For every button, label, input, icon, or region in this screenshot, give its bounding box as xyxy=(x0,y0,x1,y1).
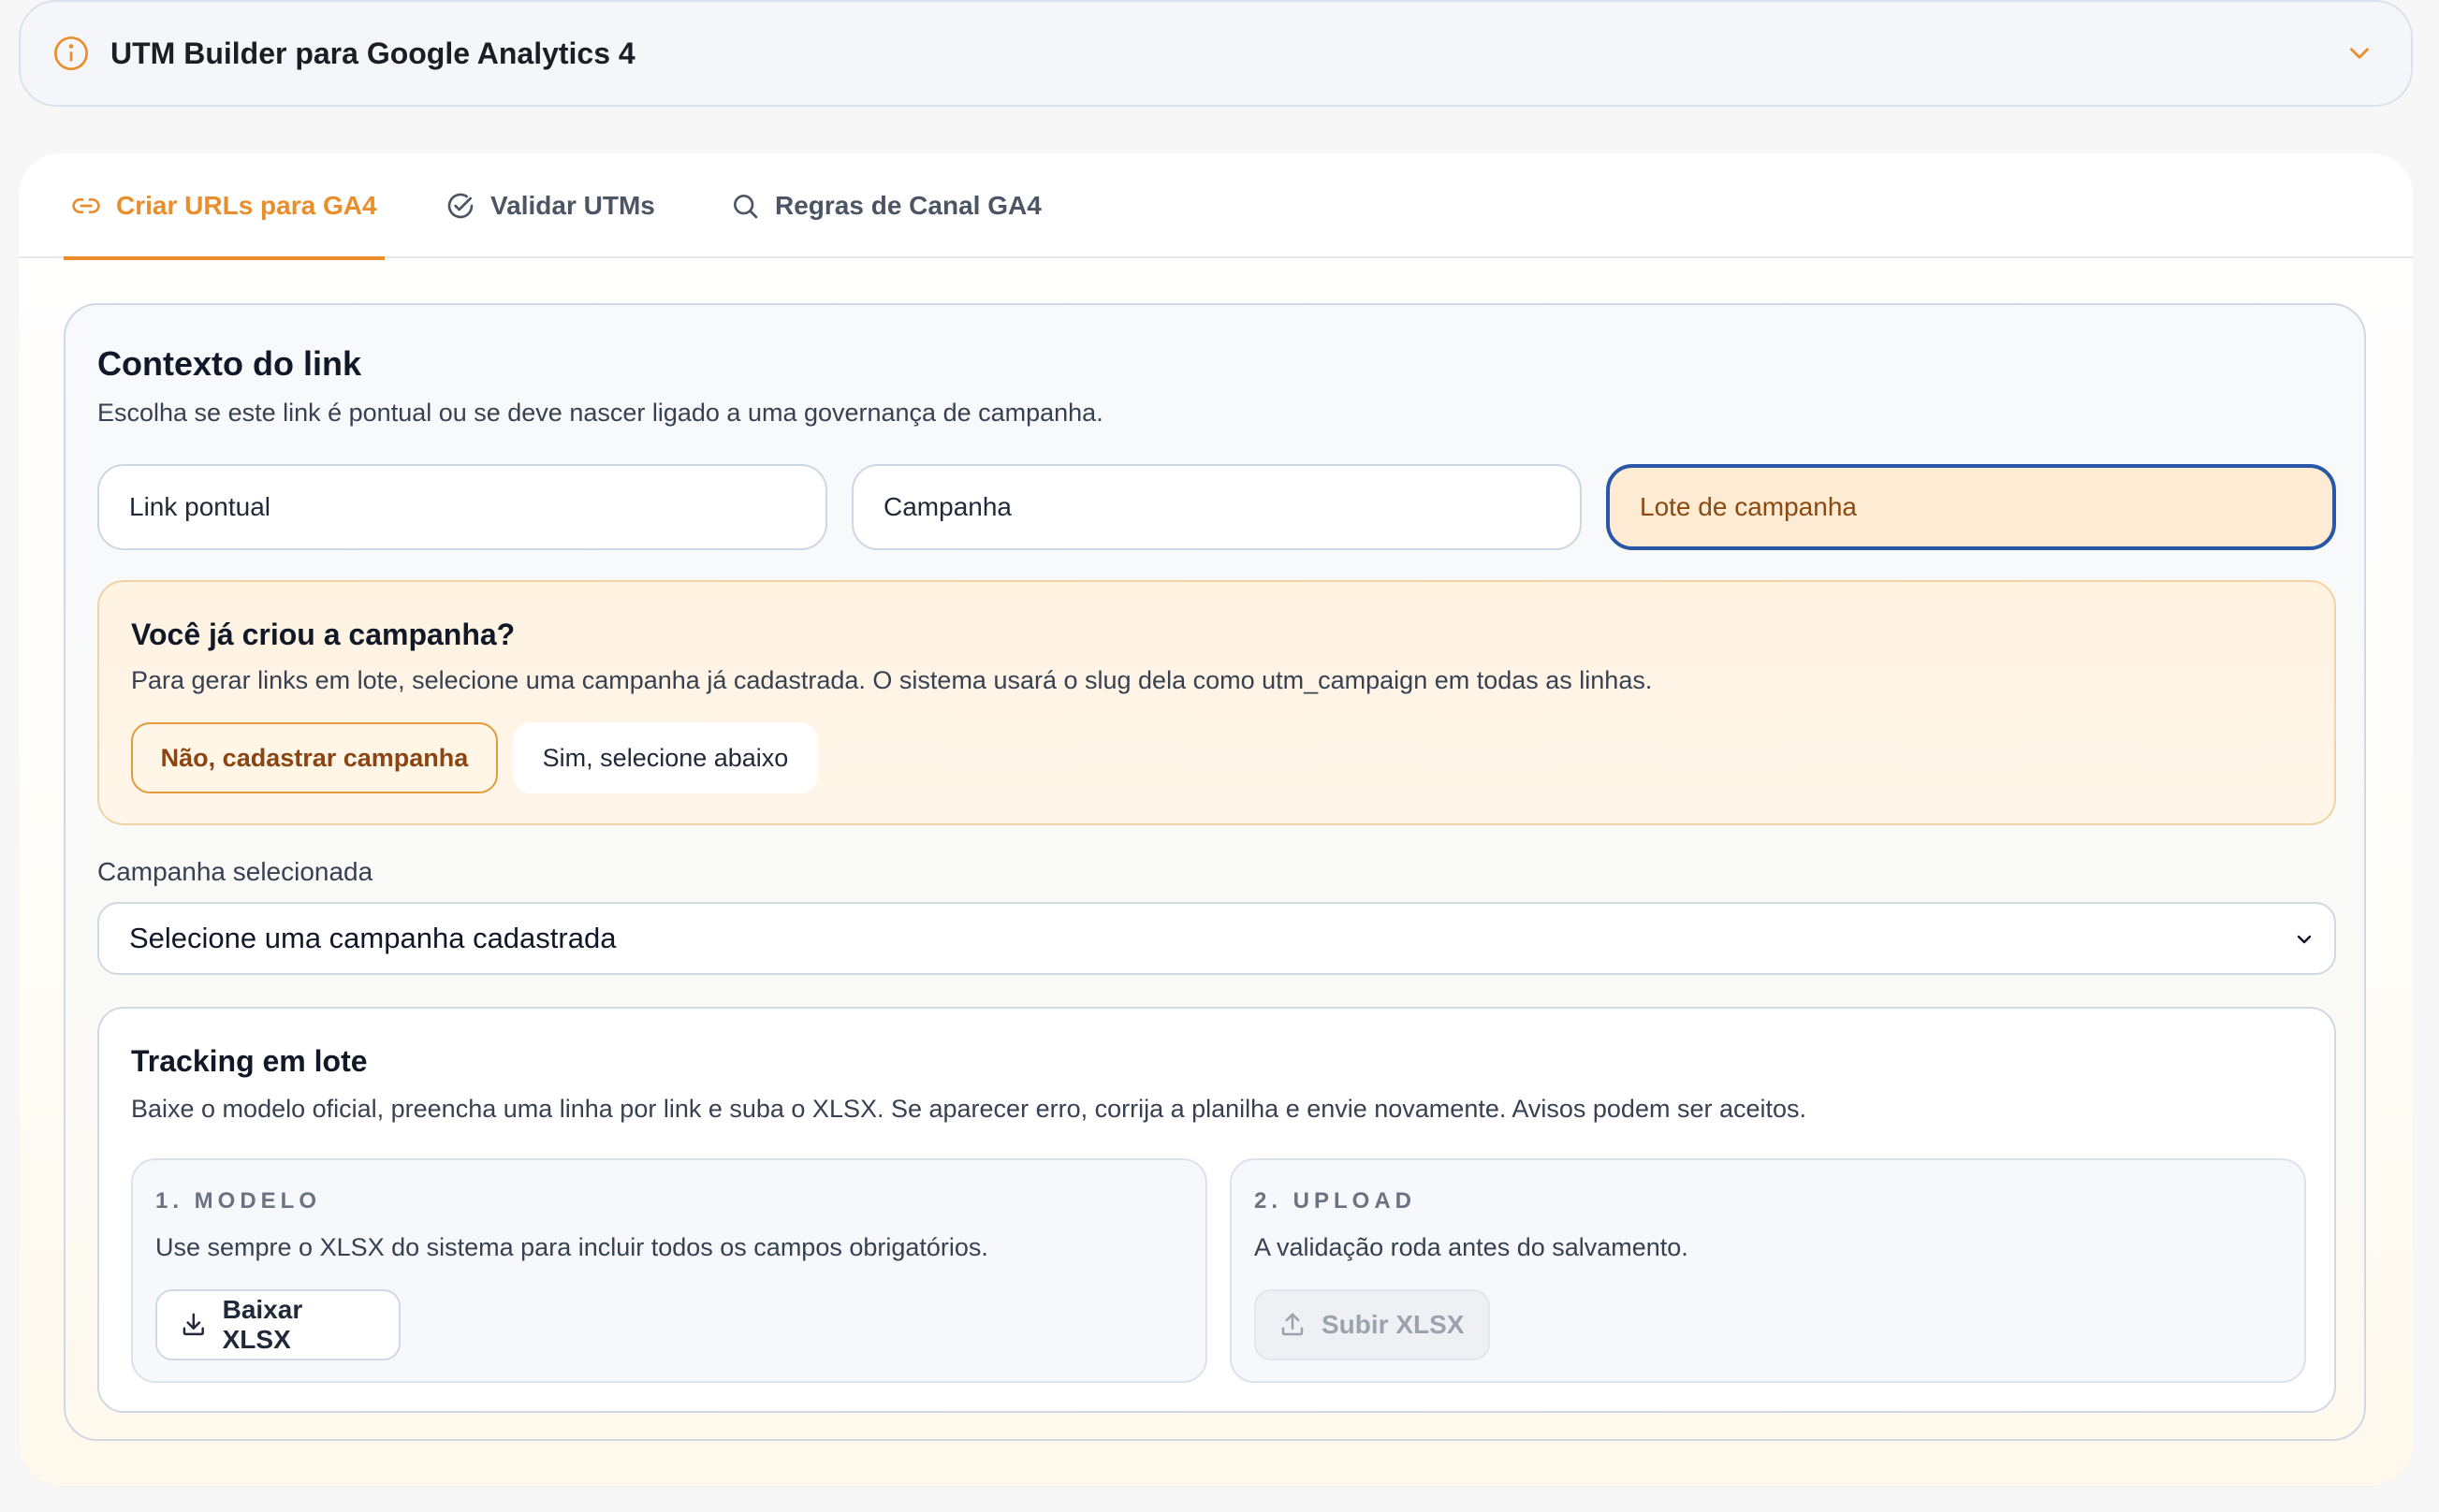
link-context-panel: Contexto do link Escolha se este link é … xyxy=(64,303,2366,1441)
option-campanha[interactable]: Campanha xyxy=(852,464,1582,550)
link-icon xyxy=(72,198,100,213)
download-icon xyxy=(183,1313,204,1336)
step-text: Use sempre o XLSX do sistema para inclui… xyxy=(155,1233,988,1261)
register-campaign-button[interactable]: Não, cadastrar campanha xyxy=(131,722,498,793)
tab-label: Regras de Canal GA4 xyxy=(775,191,1042,220)
search-icon xyxy=(734,195,758,219)
button-label: Subir XLSX xyxy=(1322,1310,1465,1339)
step-upload: 2. UPLOAD A validação roda antes do salv… xyxy=(1230,1158,2306,1383)
tab-label: Criar URLs para GA4 xyxy=(116,191,377,220)
campaign-select-label: Campanha selecionada xyxy=(97,857,373,886)
campaign-select[interactable]: Selecione uma campanha cadastrada xyxy=(97,902,2336,975)
step-text: A validação roda antes do salvamento. xyxy=(1254,1233,1688,1261)
tracking-text: Baixe o modelo oficial, preencha uma lin… xyxy=(131,1095,1807,1123)
tab-criar-urls[interactable]: Criar URLs para GA4 xyxy=(64,153,385,260)
step-label: 2. UPLOAD xyxy=(1254,1188,1417,1214)
batch-tracking-box: Tracking em lote Baixe o modelo oficial,… xyxy=(97,1007,2336,1413)
chevron-down-icon xyxy=(2297,935,2312,944)
step-model: 1. MODELO Use sempre o XLSX do sistema p… xyxy=(131,1158,1207,1383)
context-subtitle: Escolha se este link é pontual ou se dev… xyxy=(97,399,1103,427)
header-accordion[interactable]: UTM Builder para Google Analytics 4 xyxy=(19,0,2413,107)
button-label: Baixar XLSX xyxy=(222,1295,303,1354)
option-label: Lote de campanha xyxy=(1640,492,1857,521)
option-lote-campanha[interactable]: Lote de campanha xyxy=(1606,464,2336,550)
upload-icon xyxy=(1281,1313,1304,1336)
option-label: Link pontual xyxy=(129,492,271,521)
tab-bar: Criar URLs para GA4 Validar UTMs Regras … xyxy=(19,153,2413,260)
info-icon xyxy=(54,36,88,70)
download-xlsx-button[interactable]: Baixar XLSX xyxy=(155,1289,401,1360)
option-link-pontual[interactable]: Link pontual xyxy=(97,464,827,550)
option-label: Campanha xyxy=(884,492,1012,521)
select-below-button[interactable]: Sim, selecione abaixo xyxy=(513,722,818,793)
question-text: Para gerar links em lote, selecione uma … xyxy=(131,666,1653,694)
main-card: Criar URLs para GA4 Validar UTMs Regras … xyxy=(19,153,2413,1486)
campaign-select-value: Selecione uma campanha cadastrada xyxy=(129,922,617,954)
campaign-question-box: Você já criou a campanha? Para gerar lin… xyxy=(97,580,2336,825)
tab-regras-canal[interactable]: Regras de Canal GA4 xyxy=(730,153,1042,258)
upload-xlsx-button[interactable]: Subir XLSX xyxy=(1254,1289,1490,1360)
check-circle-icon xyxy=(447,193,474,219)
chevron-down-icon[interactable] xyxy=(2344,37,2375,69)
tab-label: Validar UTMs xyxy=(490,191,655,220)
tab-validar-utms[interactable]: Validar UTMs xyxy=(445,153,655,258)
step-label: 1. MODELO xyxy=(155,1188,322,1214)
page-title: UTM Builder para Google Analytics 4 xyxy=(110,36,635,70)
tracking-title: Tracking em lote xyxy=(131,1044,368,1078)
context-title: Contexto do link xyxy=(97,344,361,383)
question-title: Você já criou a campanha? xyxy=(131,618,516,651)
